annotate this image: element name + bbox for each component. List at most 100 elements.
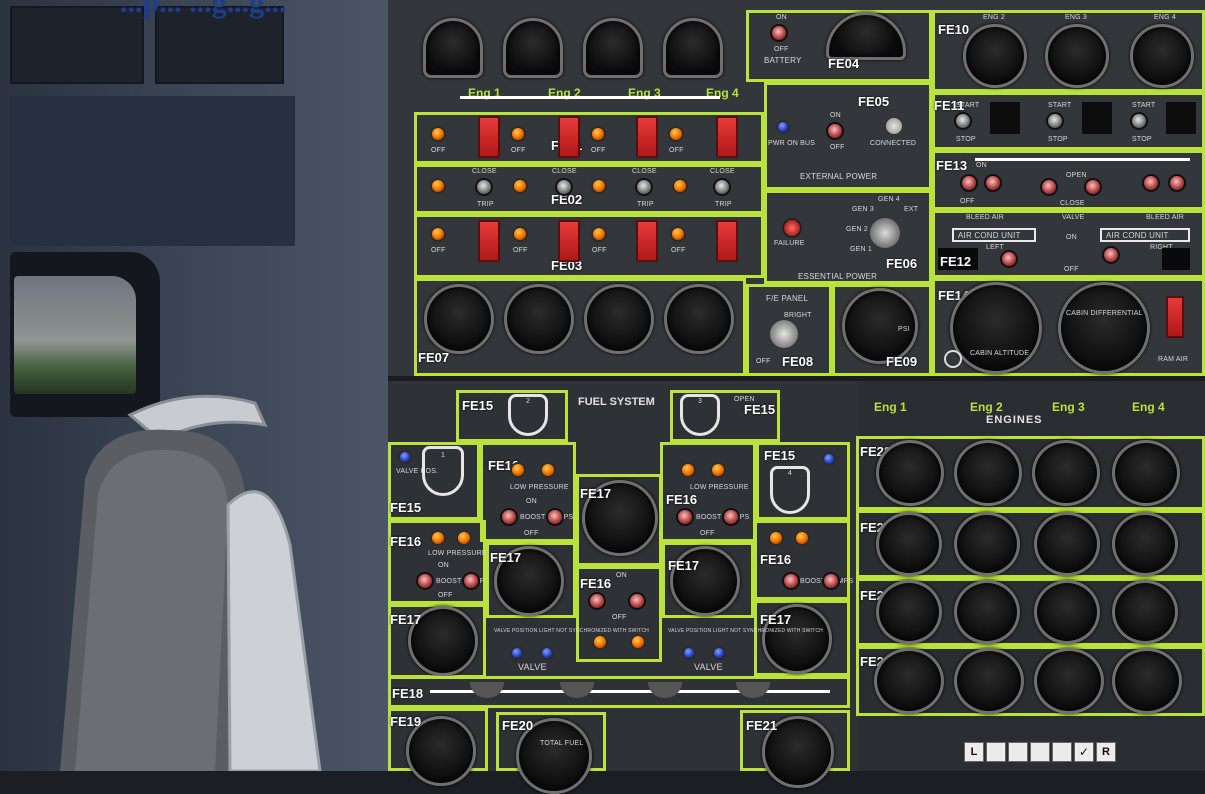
valve-lamp-right-b bbox=[712, 646, 726, 660]
breaker3-close: CLOSE bbox=[632, 168, 657, 175]
psi-label: PSI bbox=[898, 326, 910, 333]
fe07-label: FE07 bbox=[418, 350, 450, 365]
fe08-label: FE08 bbox=[782, 354, 814, 369]
gen2-red-switch[interactable] bbox=[558, 116, 580, 158]
fe17c-gauge bbox=[670, 546, 740, 616]
pump4-toggle-b[interactable] bbox=[822, 572, 840, 590]
fe22-gauge-1 bbox=[876, 440, 944, 506]
nav-button-aircraft-icon[interactable] bbox=[1008, 742, 1028, 762]
ring-indicator bbox=[944, 350, 962, 368]
pump2-on: ON bbox=[526, 498, 537, 505]
start-2: START bbox=[1048, 102, 1072, 109]
start-toggle-3[interactable] bbox=[1130, 112, 1148, 130]
bus2-red-switch[interactable] bbox=[558, 220, 580, 262]
start-window-1 bbox=[990, 102, 1020, 134]
fe23-gauge-4 bbox=[1112, 512, 1178, 576]
crossfeed-toggle-b[interactable] bbox=[628, 592, 646, 610]
pump2-toggle-a[interactable] bbox=[500, 508, 518, 526]
fe-panel-dimmer-knob[interactable] bbox=[770, 320, 798, 348]
pump1-low-pressure: LOW PRESSURE bbox=[428, 550, 487, 557]
start-window-3 bbox=[1166, 102, 1196, 134]
pump3-toggle-a[interactable] bbox=[676, 508, 694, 526]
air-cond-left: AIR COND UNIT bbox=[958, 231, 1021, 240]
bleed-toggle-6[interactable] bbox=[1168, 174, 1186, 192]
breaker1-close: CLOSE bbox=[472, 168, 497, 175]
gen3-lamp bbox=[590, 126, 606, 142]
stop-2: STOP bbox=[1048, 136, 1068, 143]
bleed-open: OPEN bbox=[1066, 172, 1087, 179]
external-power-label: EXTERNAL POWER bbox=[800, 172, 878, 181]
pump1-toggle-b[interactable] bbox=[462, 572, 480, 590]
battery-label: BATTERY bbox=[764, 56, 802, 65]
start-toggle-2[interactable] bbox=[1046, 112, 1064, 130]
ext-power-toggle[interactable] bbox=[826, 122, 844, 140]
nav-button-overhead-icon[interactable] bbox=[986, 742, 1006, 762]
breaker4-toggle[interactable] bbox=[713, 178, 731, 196]
fe16d-label: FE16 bbox=[760, 552, 792, 567]
fe24-gauge-1 bbox=[876, 580, 942, 644]
tank3-open: OPEN bbox=[734, 396, 755, 403]
battery-toggle[interactable] bbox=[770, 24, 788, 42]
fe-panel-title: F/E PANEL bbox=[766, 294, 809, 303]
valve-left-label: VALVE bbox=[518, 662, 547, 672]
bus3-red-switch[interactable] bbox=[636, 220, 658, 262]
bleed-toggle-3[interactable] bbox=[1040, 178, 1058, 196]
bus3-off: OFF bbox=[592, 247, 607, 254]
fe-panel-off: OFF bbox=[756, 358, 771, 365]
ram-air-switch[interactable] bbox=[1166, 296, 1184, 338]
pump1-toggle-a[interactable] bbox=[416, 572, 434, 590]
fe15c-label: FE15 bbox=[390, 500, 422, 515]
nav-button-check-icon[interactable]: ✓ bbox=[1074, 742, 1094, 762]
pump4-lamp-b bbox=[794, 530, 810, 546]
gen4-red-switch[interactable] bbox=[716, 116, 738, 158]
panel-divider bbox=[388, 376, 1205, 381]
air-cond-left-toggle[interactable] bbox=[1000, 250, 1018, 268]
total-fuel-label: TOTAL FUEL bbox=[540, 740, 584, 747]
start-1: START bbox=[956, 102, 980, 109]
air-cond-right-toggle[interactable] bbox=[1102, 246, 1120, 264]
fe25-gauge-3 bbox=[1034, 648, 1104, 714]
nav-button-compass-icon[interactable] bbox=[1052, 742, 1072, 762]
cabin-wall-panel bbox=[10, 96, 295, 246]
bleed-air-left: BLEED AIR bbox=[966, 214, 1004, 221]
breaker3-toggle[interactable] bbox=[635, 178, 653, 196]
failure-label: FAILURE bbox=[774, 240, 805, 247]
bleed-toggle-5[interactable] bbox=[1142, 174, 1160, 192]
nav-button-l[interactable]: L bbox=[964, 742, 984, 762]
stop-3: STOP bbox=[1132, 136, 1152, 143]
pilot-seat bbox=[60, 394, 322, 771]
bus1-red-switch[interactable] bbox=[478, 220, 500, 262]
bus4-red-switch[interactable] bbox=[716, 220, 738, 262]
gen3-red-switch[interactable] bbox=[636, 116, 658, 158]
pump1-off: OFF bbox=[438, 592, 453, 599]
gen1-red-switch[interactable] bbox=[478, 116, 500, 158]
bleed-toggle-1[interactable] bbox=[960, 174, 978, 192]
bleed-toggle-2[interactable] bbox=[984, 174, 1002, 192]
tank3-number: 3 bbox=[698, 398, 703, 405]
nav-button-radio-icon[interactable] bbox=[1030, 742, 1050, 762]
fe24-gauge-2 bbox=[954, 580, 1020, 644]
pump2-toggle-b[interactable] bbox=[546, 508, 564, 526]
pump4-toggle-a[interactable] bbox=[782, 572, 800, 590]
pump3-toggle-b[interactable] bbox=[722, 508, 740, 526]
tank4-valve-lamp bbox=[822, 452, 836, 466]
engines-eng3: Eng 3 bbox=[1052, 400, 1085, 414]
breaker1-toggle[interactable] bbox=[475, 178, 493, 196]
pump2-off: OFF bbox=[524, 530, 539, 537]
start-window-2 bbox=[1082, 102, 1112, 134]
failure-lamp bbox=[782, 218, 802, 238]
fe13-label: FE13 bbox=[936, 158, 968, 173]
nav-button-r[interactable]: R bbox=[1096, 742, 1116, 762]
fe06-label: FE06 bbox=[886, 256, 918, 271]
bleed-toggle-4[interactable] bbox=[1084, 178, 1102, 196]
start-toggle-1[interactable] bbox=[954, 112, 972, 130]
fe09-label: FE09 bbox=[886, 354, 918, 369]
fe17b-label: FE17 bbox=[490, 550, 522, 565]
fe25-gauge-2 bbox=[954, 648, 1024, 714]
crossfeed-lamp-a bbox=[592, 634, 608, 650]
gen1-off-label: OFF bbox=[431, 147, 446, 154]
pwr-on-bus-label: PWR ON BUS bbox=[768, 140, 816, 147]
crossfeed-toggle-a[interactable] bbox=[588, 592, 606, 610]
breaker2-toggle[interactable] bbox=[555, 178, 573, 196]
valve-lamp-left-a bbox=[510, 646, 524, 660]
